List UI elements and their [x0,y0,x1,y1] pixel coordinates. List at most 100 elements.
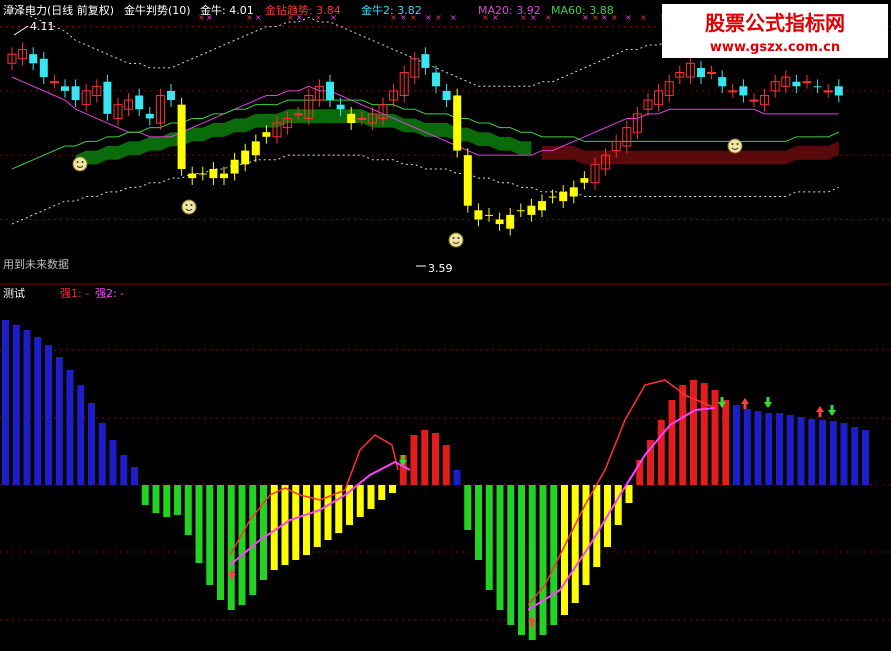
legend-item-0: 金牛: 4.01 [200,3,254,17]
histogram-bar [131,467,138,485]
candle-body [453,95,462,151]
candle-body [697,67,705,78]
histogram-bar [356,485,364,517]
histogram-bar [507,485,515,625]
signal-cross: × [425,13,432,22]
histogram-bar [571,485,579,603]
candle-body [145,113,154,119]
up-arrow-icon [816,406,824,417]
low-price-label: 3.59 [428,262,453,275]
smiley-face [72,156,88,172]
histogram-bar [722,400,730,485]
candle-body [61,86,69,91]
candle-body [29,54,38,64]
candle-body [177,104,186,169]
histogram-bar [679,385,687,485]
histogram-bar [668,400,676,485]
candle-body [527,205,536,215]
histogram-bar [797,417,805,485]
candle-body [188,173,197,179]
candle-body [209,168,218,179]
smiley-eye [81,161,84,163]
candle-body [432,72,440,87]
histogram-bar [238,485,246,605]
histogram-bar [34,337,42,485]
histogram-bar [378,485,386,500]
histogram-bar [270,485,278,570]
histogram-bar [432,433,439,485]
histogram-bar [292,485,300,560]
candle-body [707,72,717,75]
smiley-eye [731,143,734,145]
histogram-bar [195,485,203,563]
smiley-eye [76,161,79,163]
candle-body [241,150,250,165]
smiley-icon [448,232,464,248]
histogram-bar [625,485,633,503]
candle-body [474,210,483,220]
signal-cross: × [435,13,442,22]
candlesticks [7,42,843,236]
histogram-bar [453,470,461,485]
signal-cross: × [625,13,632,22]
smiley-face [727,138,743,154]
candle-body [103,81,112,114]
signal-cross: × [450,13,457,22]
oscillator-lines [229,379,716,611]
smiley-face [448,232,464,248]
histogram-bar [206,485,214,585]
candle-body [49,81,59,84]
candle-body [39,58,48,78]
histogram-bar [313,485,321,547]
candle-body [463,155,472,206]
indicator-title: 金牛判势(10) [124,3,191,17]
candle-body [813,86,822,88]
chart-canvas: ×××××××××××××××××××××××××× 漳泽电力(日线 前复权) … [0,3,891,640]
histogram-bar [840,423,848,485]
smiley-face [181,199,197,215]
histogram-bar [550,485,558,625]
candle-body [262,132,271,137]
histogram-bar [249,485,257,595]
histogram-bar [786,415,794,485]
smiley-eye [185,204,188,206]
smiley-eye [452,237,455,239]
histogram-bar [657,420,665,485]
candle-body [569,187,578,197]
smiley-icon [72,156,88,172]
histogram-bar [776,413,783,485]
bottom-panel-title: 测试 [3,287,25,300]
lower-dotted-line [11,154,839,225]
future-data-note: 用到未来数据 [3,257,69,271]
down-arrow-icon [764,397,772,408]
histogram-bar [496,485,504,610]
histogram-bar [711,390,719,485]
watermark-url: www.gszx.com.cn [710,40,840,55]
candle-body [495,219,504,225]
signal-cross: × [640,13,647,22]
histogram-bar [464,485,472,530]
smiley-icon [727,138,743,154]
high-price-pointer [13,25,29,36]
histogram-bar [389,485,396,493]
candle-body [442,90,451,101]
candle-body [728,90,738,93]
smiley-icon [181,199,197,215]
candle-body [220,173,228,179]
up-arrow-icon [741,398,749,409]
histogram-bar [141,485,149,505]
histogram-bar [174,485,181,515]
candle-body [71,86,80,101]
histogram-bar [45,345,52,485]
histogram-bar [12,325,20,485]
histogram-bar [485,485,493,590]
histogram-bar [819,420,826,485]
candle-body [506,214,515,229]
smiley-eye [190,204,193,206]
histogram-bar [765,413,773,485]
histogram-bar [862,430,869,485]
smiley-eye [736,143,739,145]
candle-body [347,113,356,124]
stock-title: 漳泽电力(日线 前复权) [3,3,114,17]
histogram-bar [690,380,697,485]
